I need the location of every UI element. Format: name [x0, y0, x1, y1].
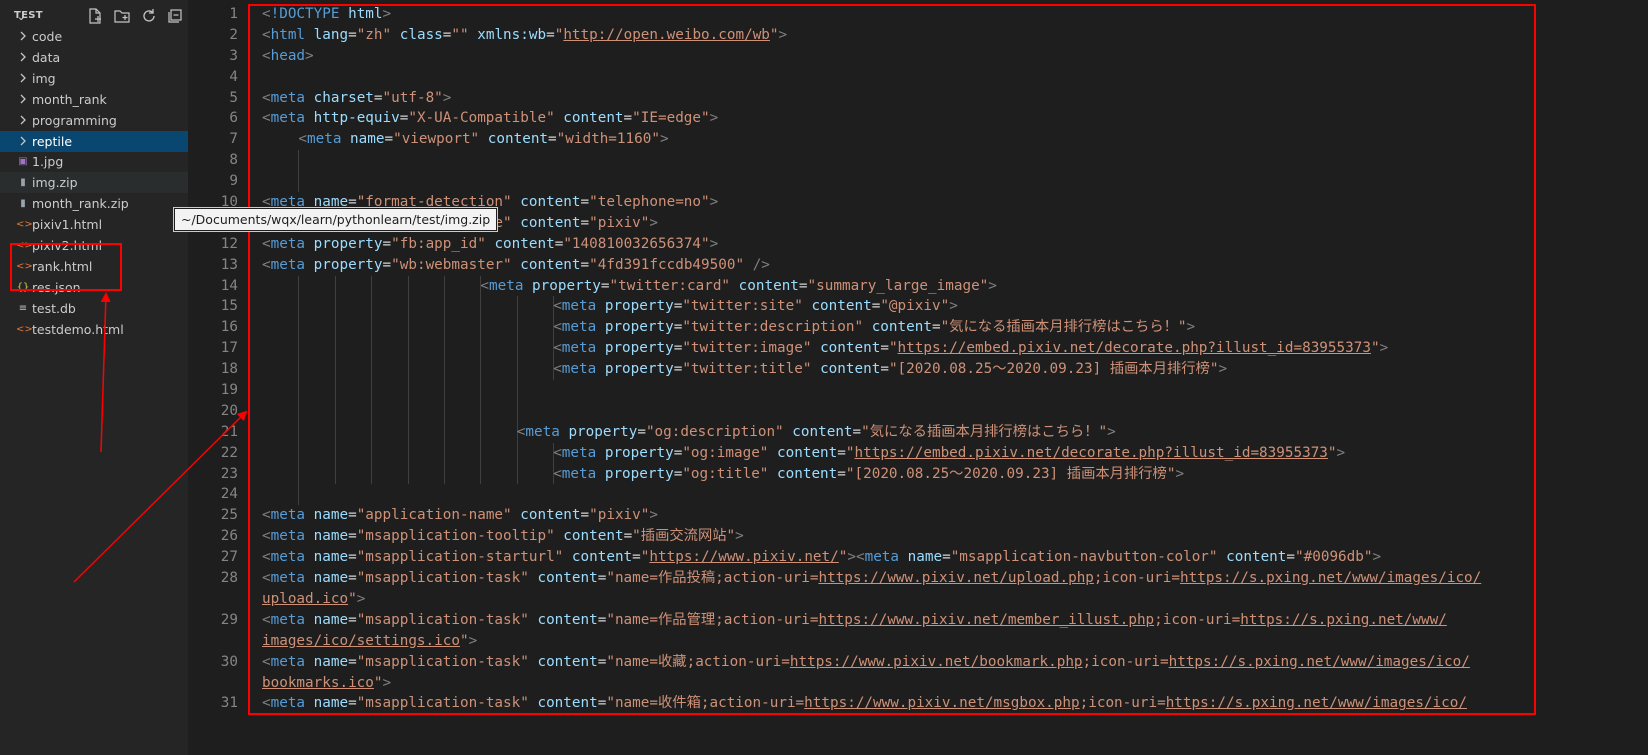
- tree-item-1-jpg[interactable]: ▣ 1.jpg: [0, 151, 188, 172]
- html-file-icon: <>: [16, 323, 33, 335]
- explorer-sidebar: ⌄ TEST code data img month_rank programming r…: [0, 0, 188, 755]
- tree-item-label: 1.jpg: [32, 154, 64, 170]
- path-tooltip: ~/Documents/wqx/learn/pythonlearn/test/i…: [172, 207, 499, 232]
- line-number: 3: [229, 47, 238, 64]
- tree-item-label: testdemo.html: [32, 321, 124, 337]
- code-highlight-box: [248, 4, 1536, 715]
- line-number: 16: [220, 319, 238, 336]
- chevron-right-icon: [20, 94, 26, 104]
- line-number: 6: [229, 110, 238, 127]
- line-number: 19: [220, 382, 238, 399]
- line-number: 12: [220, 235, 238, 252]
- line-number: 21: [220, 423, 238, 440]
- tree-item-label: data: [32, 49, 61, 65]
- tree-item-label: programming: [32, 112, 117, 128]
- line-number: 26: [220, 528, 238, 545]
- chevron-right-icon: [20, 115, 26, 125]
- line-number: 30: [220, 653, 238, 670]
- tree-item-code[interactable]: code: [0, 26, 188, 47]
- tree-item-label: reptile: [32, 133, 73, 149]
- chevron-right-icon: [20, 73, 26, 83]
- explorer-header[interactable]: ⌄ TEST: [0, 6, 188, 26]
- tree-item-label: img.zip: [32, 175, 78, 191]
- tree-item-label: test.db: [32, 300, 76, 316]
- line-number: 13: [220, 256, 238, 273]
- line-number: 28: [220, 570, 238, 587]
- line-number: 9: [229, 173, 238, 190]
- tree-item-programming[interactable]: programming: [0, 110, 188, 131]
- line-number: 1: [229, 6, 238, 22]
- line-number: 31: [220, 695, 238, 712]
- line-number: 27: [220, 549, 238, 566]
- tree-item-label: month_rank.zip: [32, 196, 129, 212]
- zip-file-icon: ▮: [20, 177, 26, 189]
- refresh-icon[interactable]: [140, 7, 158, 25]
- tree-item-img[interactable]: img: [0, 68, 188, 89]
- tree-item-label: code: [32, 29, 63, 44]
- tree-item-img-zip[interactable]: ▮ img.zip: [0, 172, 188, 194]
- collapse-all-icon[interactable]: [166, 7, 184, 25]
- tree-item-label: img: [32, 70, 56, 86]
- line-number: 29: [220, 611, 238, 628]
- html-file-icon: <>: [16, 219, 33, 231]
- database-file-icon: ≡: [18, 302, 28, 314]
- line-number: 5: [229, 89, 238, 106]
- tree-item-data[interactable]: data: [0, 47, 188, 68]
- line-number: 25: [220, 507, 238, 524]
- new-file-icon[interactable]: [86, 7, 104, 25]
- tree-item-month-rank[interactable]: month_rank: [0, 89, 188, 110]
- chevron-right-icon: [20, 52, 26, 62]
- image-file-icon: ▣: [18, 156, 28, 168]
- tree-item-pixiv1-html[interactable]: <> pixiv1.html: [0, 214, 188, 235]
- tree-item-testdemo-html[interactable]: <> testdemo.html: [0, 319, 188, 340]
- line-number: 23: [220, 465, 238, 482]
- line-number: 4: [229, 68, 238, 85]
- line-number: 15: [220, 298, 238, 315]
- line-number: 24: [220, 486, 238, 503]
- tree-item-test-db[interactable]: ≡ test.db: [0, 298, 188, 319]
- line-number: 17: [220, 340, 238, 357]
- zip-file-icon: ▮: [20, 198, 26, 210]
- tree-item-month-rank-zip[interactable]: ▮ month_rank.zip: [0, 193, 188, 214]
- tree-item-label: pixiv1.html: [32, 217, 103, 233]
- line-number: 2: [229, 26, 238, 43]
- line-number: 22: [220, 444, 238, 461]
- chevron-right-icon: [20, 31, 26, 41]
- tree-item-reptile[interactable]: reptile: [0, 130, 188, 152]
- chevron-down-icon: ⌄: [17, 12, 26, 23]
- line-number: 7: [229, 131, 238, 148]
- tree-item-label: month_rank: [32, 91, 107, 107]
- line-number: 8: [229, 152, 238, 169]
- file-highlight-box: [10, 243, 122, 291]
- explorer-title[interactable]: ⌄ TEST: [6, 10, 43, 23]
- line-number: 18: [220, 361, 238, 378]
- line-number: 14: [220, 277, 238, 294]
- chevron-right-icon: [20, 136, 26, 145]
- new-folder-icon[interactable]: [113, 7, 131, 25]
- line-number: 20: [220, 402, 238, 419]
